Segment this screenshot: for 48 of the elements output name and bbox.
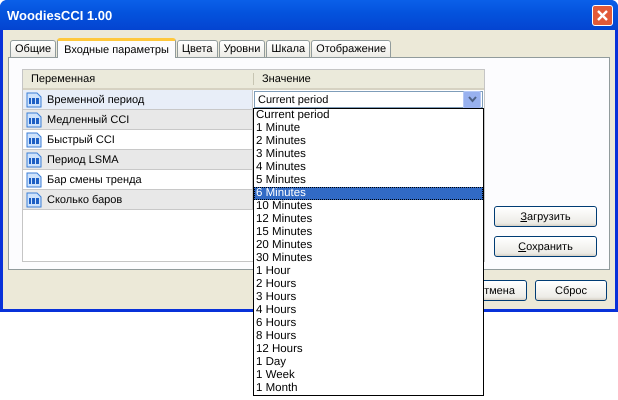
dropdown-option[interactable]: 6 Minutes bbox=[254, 187, 483, 200]
dropdown-option[interactable]: 20 Minutes bbox=[254, 239, 483, 252]
dropdown-option[interactable]: 6 Hours bbox=[254, 317, 483, 330]
close-button[interactable] bbox=[592, 4, 613, 26]
number-icon bbox=[26, 172, 42, 188]
dropdown-option[interactable]: 1 Week bbox=[254, 369, 483, 382]
dropdown-option[interactable]: 4 Hours bbox=[254, 304, 483, 317]
parameter-name[interactable]: Сколько баров bbox=[23, 190, 253, 209]
dropdown-option[interactable]: 1 Hour bbox=[254, 265, 483, 278]
parameter-name[interactable]: Бар смены тренда bbox=[23, 170, 253, 189]
dropdown-option[interactable]: 12 Hours bbox=[254, 343, 483, 356]
column-header[interactable]: Значение bbox=[254, 70, 311, 88]
dropdown-option[interactable]: 1 Day bbox=[254, 356, 483, 369]
parameter-name[interactable]: Временной период bbox=[23, 90, 253, 109]
caret-icon[interactable] bbox=[463, 90, 481, 108]
number-icon bbox=[26, 192, 42, 208]
tab[interactable]: Шкала bbox=[266, 40, 310, 57]
window-title: WoodiesCCI 1.00 bbox=[6, 8, 112, 22]
tab[interactable]: Входные параметры bbox=[57, 38, 176, 58]
dialog-button[interactable]: Сброс bbox=[535, 280, 607, 301]
tab[interactable]: Отображение bbox=[311, 40, 392, 57]
dropdown-option[interactable]: 12 Minutes bbox=[254, 213, 483, 226]
tab[interactable]: Уровни bbox=[218, 40, 266, 57]
tab[interactable]: Общие bbox=[10, 40, 56, 57]
parameter-name[interactable]: Период LSMA bbox=[23, 150, 253, 169]
dropdown-option[interactable]: 5 Minutes bbox=[254, 174, 483, 187]
dropdown-option[interactable]: 30 Minutes bbox=[254, 252, 483, 265]
dropdown-option[interactable]: Current period bbox=[254, 109, 483, 122]
parameter-name[interactable]: Медленный CCI bbox=[23, 110, 253, 129]
dropdown-option[interactable]: 4 Minutes bbox=[254, 161, 483, 174]
number-icon bbox=[26, 152, 42, 168]
side-button[interactable]: Загрузить bbox=[494, 206, 597, 227]
dropdown-option[interactable]: 3 Minutes bbox=[254, 148, 483, 161]
number-icon bbox=[26, 92, 42, 108]
number-icon bbox=[26, 112, 42, 128]
column-header[interactable]: Переменная bbox=[23, 73, 254, 85]
dropdown-option[interactable]: 15 Minutes bbox=[254, 226, 483, 239]
number-icon bbox=[26, 132, 42, 148]
dropdown-option[interactable]: 1 Minute bbox=[254, 122, 483, 135]
dropdown-option[interactable]: 2 Minutes bbox=[254, 135, 483, 148]
dropdown-option[interactable]: 1 Month bbox=[254, 382, 483, 395]
tab[interactable]: Цвета bbox=[176, 40, 218, 57]
side-button[interactable]: Сохранить bbox=[494, 236, 597, 257]
dropdown-option[interactable]: 10 Minutes bbox=[254, 200, 483, 213]
dropdown-option[interactable]: 8 Hours bbox=[254, 330, 483, 343]
parameter-name[interactable]: Быстрый CCI bbox=[23, 130, 253, 149]
period-dropdown[interactable]: Current period bbox=[254, 91, 483, 108]
close-icon bbox=[596, 8, 609, 22]
